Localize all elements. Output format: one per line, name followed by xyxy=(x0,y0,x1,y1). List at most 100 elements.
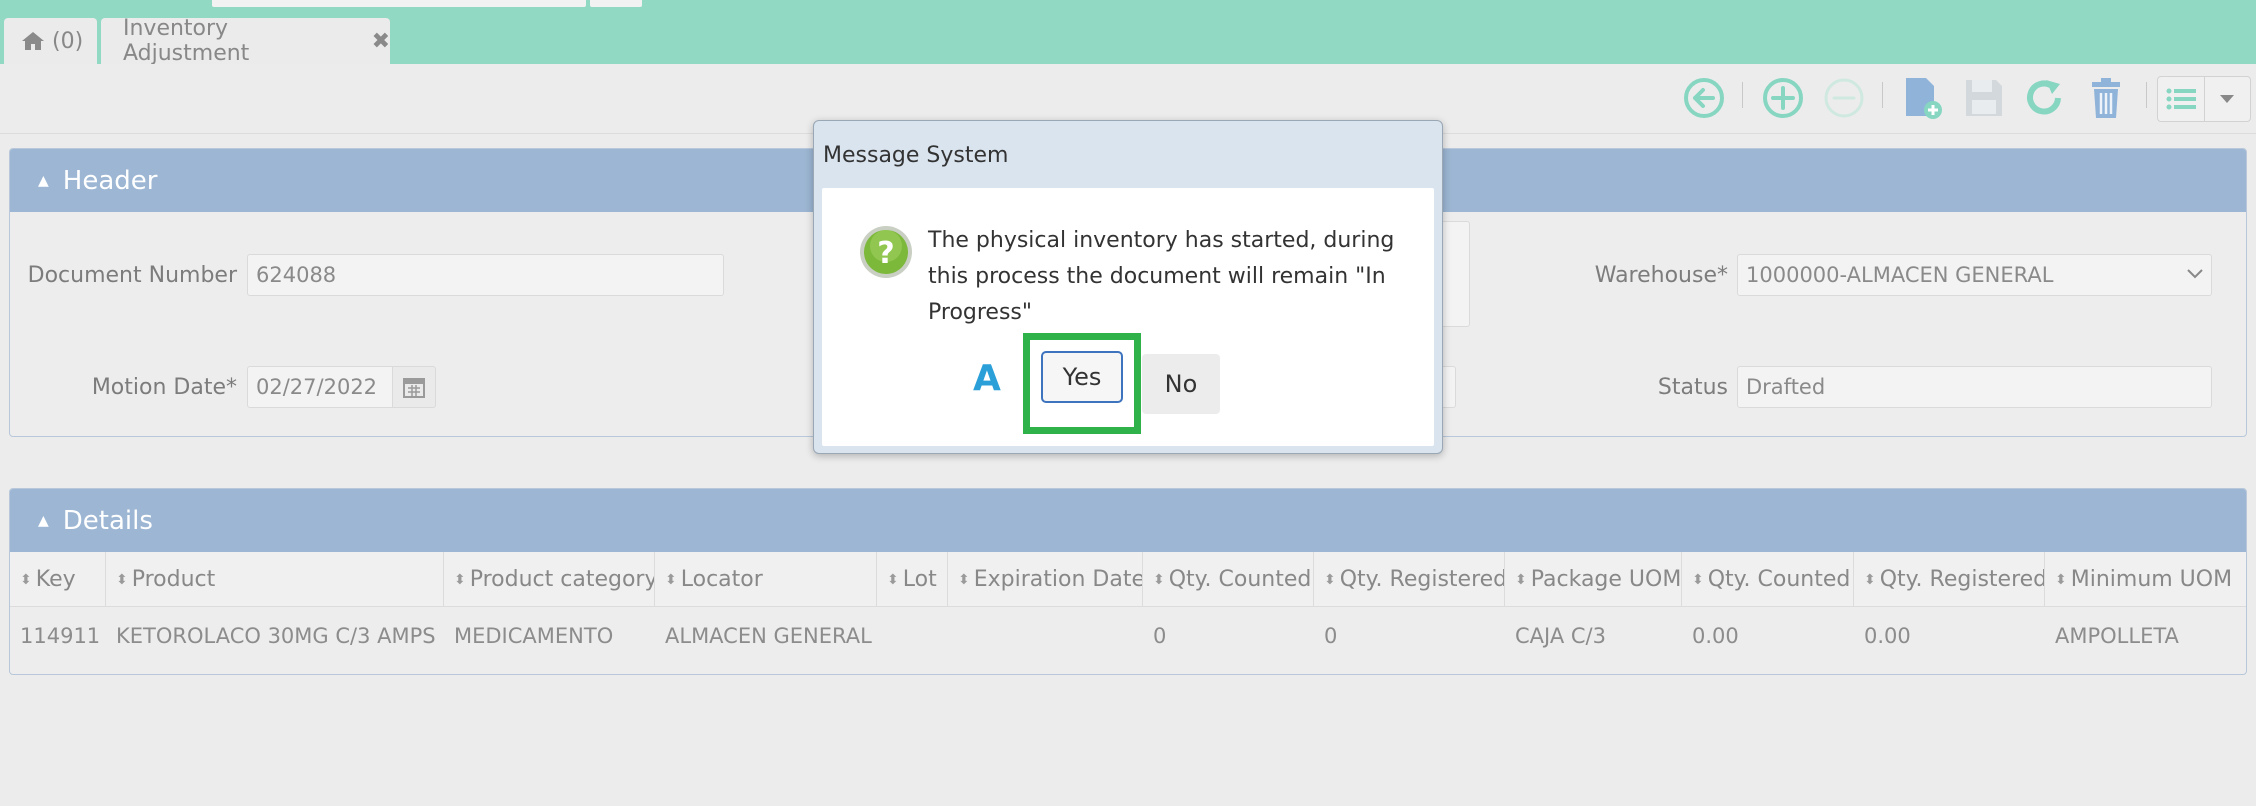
question-icon: ? xyxy=(860,226,912,278)
toolbar-separator xyxy=(2146,82,2147,108)
dialog-message: The physical inventory has started, duri… xyxy=(928,228,1395,325)
chevron-down-icon xyxy=(2220,95,2235,103)
calendar-icon xyxy=(403,378,425,398)
column-header-label: Lot xyxy=(902,567,937,592)
caret-up-icon: ▲ xyxy=(38,172,49,189)
column-header-label: Product xyxy=(131,567,216,592)
sort-icon: ⬍ xyxy=(1864,571,1876,588)
dialog-body: ? The physical inventory has started, du… xyxy=(822,188,1434,446)
table-cell: 0 xyxy=(1324,624,1338,648)
caret-up-icon: ▲ xyxy=(38,512,49,529)
list-icon xyxy=(2166,88,2196,110)
motion-date-label: Motion Date* xyxy=(91,375,237,400)
column-header-label: Expiration Date xyxy=(973,567,1143,592)
column-header[interactable]: ⬍ Qty. Registered xyxy=(1854,552,2045,607)
annotation-marker: A xyxy=(973,358,1001,399)
sort-icon: ⬍ xyxy=(887,571,899,588)
no-button[interactable]: No xyxy=(1142,354,1220,414)
sort-icon: ⬍ xyxy=(454,571,466,588)
sort-icon: ⬍ xyxy=(1153,571,1165,588)
remove-circle-icon[interactable] xyxy=(1822,76,1866,120)
column-header-label: Locator xyxy=(680,567,763,592)
trash-icon[interactable] xyxy=(2084,76,2128,120)
sort-icon: ⬍ xyxy=(1515,571,1527,588)
sort-icon: ⬍ xyxy=(958,571,970,588)
table-cell: 0.00 xyxy=(1864,624,1911,648)
new-document-icon[interactable] xyxy=(1900,76,1944,120)
column-header[interactable]: ⬍ Qty. Counted xyxy=(1682,552,1854,607)
column-header-label: Minimum UOM xyxy=(2070,567,2233,592)
table-cell: KETOROLACO 30MG C/3 AMPS xyxy=(116,624,436,648)
table-cell xyxy=(877,607,887,665)
column-header[interactable]: ⬍ Qty. Registered xyxy=(1314,552,1505,607)
warehouse-select[interactable]: 1000000-ALMACEN GENERAL xyxy=(1737,254,2212,296)
toolbar-separator xyxy=(1742,82,1743,108)
column-header-label: Qty. Counted xyxy=(1168,567,1312,592)
table-cell xyxy=(948,607,958,665)
column-header-label: Package UOM xyxy=(1530,567,1682,592)
status-field: Drafted xyxy=(1737,366,2212,408)
tab-home[interactable]: (0) xyxy=(4,18,97,64)
close-tab-icon[interactable]: ✖ xyxy=(372,29,390,54)
column-header-label: Product category xyxy=(469,567,655,592)
details-panel-toggle[interactable]: ▲ Details xyxy=(10,489,2246,552)
refresh-icon[interactable] xyxy=(2022,76,2066,120)
column-header-label: Key xyxy=(35,567,76,592)
table-cell: MEDICAMENTO xyxy=(454,624,614,648)
details-panel: ▲ Details ⬍ Key ⬍ Product ⬍ Product categor… xyxy=(9,488,2247,675)
details-panel-title: Details xyxy=(62,505,153,536)
table-header: ⬍ Key ⬍ Product ⬍ Product category ⬍ Locator… xyxy=(10,552,2246,607)
list-view-menu-toggle[interactable] xyxy=(2203,77,2251,121)
sort-icon: ⬍ xyxy=(1692,571,1704,588)
header-panel-title: Header xyxy=(62,165,158,196)
list-view-button[interactable] xyxy=(2158,77,2204,121)
sort-icon: ⬍ xyxy=(665,571,677,588)
column-header[interactable]: ⬍ Package UOM xyxy=(1505,552,1682,607)
svg-text:?: ? xyxy=(877,236,894,271)
list-view-dropdown[interactable] xyxy=(2157,76,2251,122)
sort-icon: ⬍ xyxy=(2055,571,2067,588)
sort-icon: ⬍ xyxy=(20,571,32,588)
warehouse-value: 1000000-ALMACEN GENERAL xyxy=(1746,263,2054,287)
column-header[interactable]: ⬍ Product xyxy=(106,552,444,607)
yes-button[interactable]: Yes xyxy=(1041,351,1123,403)
column-header-label: Qty. Registered xyxy=(1339,567,1505,592)
column-header[interactable]: ⬍ Qty. Counted xyxy=(1143,552,1314,607)
top-bar-input-stub xyxy=(212,0,586,7)
tab-home-count: (0) xyxy=(52,28,84,54)
add-circle-icon[interactable] xyxy=(1761,76,1805,120)
table-cell: CAJA C/3 xyxy=(1515,624,1606,648)
calendar-button[interactable] xyxy=(392,366,436,408)
column-header[interactable]: ⬍ Lot xyxy=(877,552,948,607)
save-icon[interactable] xyxy=(1962,76,2006,120)
column-header-label: Qty. Counted xyxy=(1707,567,1851,592)
table-cell: AMPOLLETA xyxy=(2055,624,2179,648)
chevron-down-icon xyxy=(2187,269,2203,279)
tab-inventory-adjustment[interactable]: Inventory Adjustment ✖ xyxy=(101,16,390,66)
status-label: Status xyxy=(1657,375,1728,400)
column-header[interactable]: ⬍ Product category xyxy=(444,552,655,607)
document-number-label: Document Number xyxy=(27,263,237,288)
table-cell: 114911 xyxy=(20,624,101,648)
table-cell: ALMACEN GENERAL xyxy=(665,624,872,648)
column-header[interactable]: ⬍ Expiration Date xyxy=(948,552,1143,607)
sort-icon: ⬍ xyxy=(116,571,128,588)
toolbar-separator xyxy=(1882,82,1883,108)
message-dialog: Message System ? The physical inventory … xyxy=(813,120,1443,454)
dialog-title: Message System xyxy=(823,143,1009,168)
sort-icon: ⬍ xyxy=(1324,571,1336,588)
column-header[interactable]: ⬍ Minimum UOM xyxy=(2045,552,2246,607)
tab-inventory-adjustment-label: Inventory Adjustment xyxy=(123,16,250,66)
table-cell: 0.00 xyxy=(1692,624,1739,648)
table-cell: 0 xyxy=(1153,624,1167,648)
home-icon xyxy=(22,32,44,50)
column-header-label: Qty. Registered xyxy=(1879,567,2045,592)
warehouse-label: Warehouse* xyxy=(1594,263,1728,288)
column-header[interactable]: ⬍ Locator xyxy=(655,552,877,607)
top-bar-button-stub xyxy=(590,0,642,7)
table-row[interactable]: 114911 KETOROLACO 30MG C/3 AMPS MEDICAME… xyxy=(10,607,2246,665)
column-header[interactable]: ⬍ Key xyxy=(10,552,106,607)
motion-date-field[interactable]: 02/27/2022 xyxy=(247,366,393,408)
back-circle-icon[interactable] xyxy=(1682,76,1726,120)
document-number-field[interactable]: 624088 xyxy=(247,254,724,296)
